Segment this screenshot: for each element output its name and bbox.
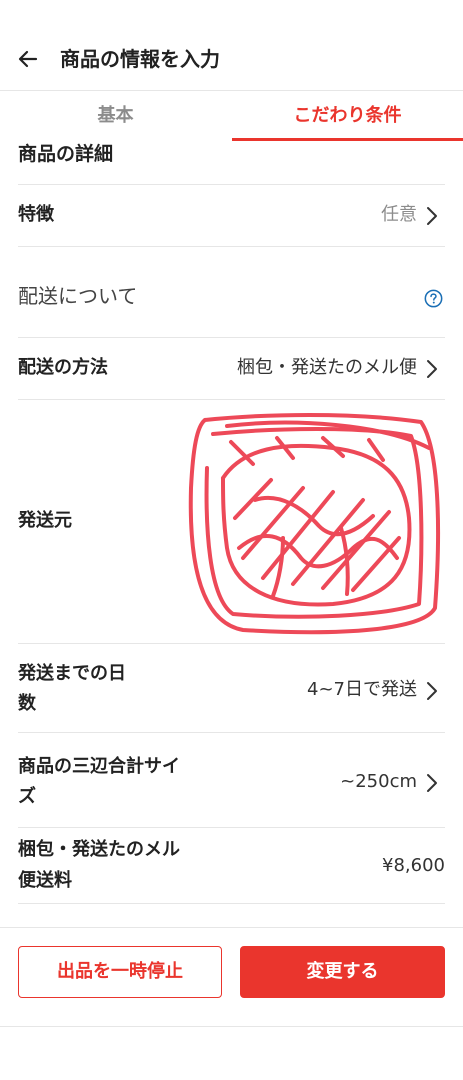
page-title: 商品の情報を入力 [60,47,220,71]
pause-listing-button[interactable]: 出品を一時停止 [18,946,222,998]
shipping-section-title: 配送について [18,284,138,308]
chevron-right-icon [427,682,437,700]
shipping-fee-label-line1: 梱包・発送たのメル [18,839,180,860]
tab-preferences[interactable]: こだわり条件 [232,91,463,143]
shipping-origin-label: 発送元 [18,510,72,531]
divider [18,732,445,733]
chevron-right-icon [427,360,437,378]
shipping-days-label-line1: 発送までの日 [18,663,126,684]
chevron-right-icon [427,207,437,225]
divider [18,337,445,338]
page: 商品の情報を入力 基本 こだわり条件 商品の詳細 特徴 任意 配送について 配送… [0,0,463,1080]
shipping-method-label: 配送の方法 [18,357,108,378]
package-size-label-line1: 商品の三辺合計サイ [18,756,180,777]
save-changes-button[interactable]: 変更する [240,946,445,998]
shipping-days-value: 4~7日で発送 [307,679,417,700]
active-tab-indicator [232,138,463,141]
features-label: 特徴 [18,204,54,225]
divider [18,827,445,828]
package-size-value: ~250cm [340,771,417,792]
tab-bar: 基本 こだわり条件 [0,90,463,142]
details-heading: 商品の詳細 [18,143,114,165]
divider [18,643,445,644]
divider [18,399,445,400]
help-icon[interactable] [424,289,443,308]
action-bar-divider [0,927,463,928]
shipping-days-label-line2: 数 [18,693,36,714]
chevron-right-icon [427,774,437,792]
divider [18,184,445,185]
tab-basic[interactable]: 基本 [0,91,231,143]
app-header: 商品の情報を入力 [0,0,463,90]
package-size-label-line2: ズ [18,786,36,807]
divider [18,246,445,247]
shipping-fee-label-line2: 便送料 [18,870,72,891]
shipping-fee-value: ¥8,600 [382,855,445,876]
footer-divider [0,1026,463,1027]
shipping-method-value: 梱包・発送たのメル便 [237,357,417,378]
redaction-scribble [188,413,441,635]
arrow-left-icon[interactable] [16,47,40,71]
divider [18,903,445,904]
features-value: 任意 [381,204,417,225]
